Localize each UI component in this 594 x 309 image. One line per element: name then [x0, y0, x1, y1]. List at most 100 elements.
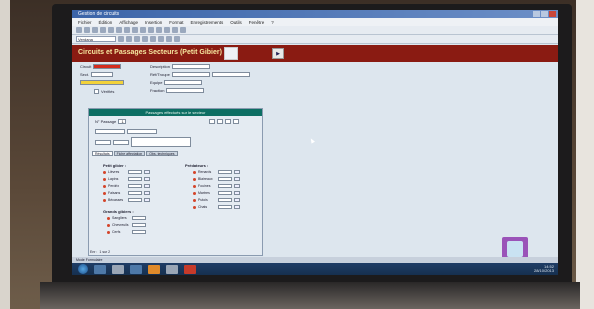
status-field[interactable]: [80, 80, 124, 85]
species-label: Perdrix: [108, 184, 120, 188]
menu-item[interactable]: Édition: [99, 20, 113, 25]
maximize-button[interactable]: [541, 11, 548, 17]
new-record-icon[interactable]: [164, 27, 170, 33]
menu-item[interactable]: ?: [271, 20, 274, 25]
species-count[interactable]: [128, 177, 142, 181]
predator-spin[interactable]: [234, 184, 240, 188]
description-field[interactable]: [172, 64, 211, 69]
predator-count[interactable]: [218, 205, 232, 209]
filter-icon[interactable]: [148, 27, 154, 33]
passage-number-field[interactable]: 1: [118, 119, 127, 124]
species-spin[interactable]: [144, 198, 150, 202]
start-button[interactable]: [78, 264, 88, 274]
access-taskbar-icon[interactable]: [148, 264, 160, 274]
species-row: Lapins: [103, 177, 150, 181]
equipe-field[interactable]: [164, 80, 203, 85]
first-record-button[interactable]: [209, 119, 215, 124]
subform-nav-buttons: [209, 119, 239, 124]
last-record-button[interactable]: [233, 119, 239, 124]
font-color-icon[interactable]: [174, 36, 180, 42]
menu-item[interactable]: Affichage: [119, 20, 138, 25]
minimize-button[interactable]: [533, 11, 540, 17]
fraction-field[interactable]: [166, 88, 205, 93]
predator-spin[interactable]: [234, 205, 240, 209]
species-spin[interactable]: [144, 177, 150, 181]
ref-field-2[interactable]: [211, 72, 250, 77]
menu-item[interactable]: Fichier: [78, 20, 92, 25]
save-icon[interactable]: [84, 27, 90, 33]
undo-icon[interactable]: [132, 27, 138, 33]
tab-resultats[interactable]: Résultats: [92, 151, 113, 156]
subform-field-d[interactable]: [113, 139, 129, 145]
predator-count[interactable]: [218, 198, 232, 202]
menu-item[interactable]: Outils: [230, 20, 242, 25]
species-count[interactable]: [128, 198, 142, 202]
sect-field[interactable]: [91, 72, 114, 77]
menu-item[interactable]: Insertion: [145, 20, 162, 25]
predator-spin[interactable]: [234, 191, 240, 195]
species-count[interactable]: [132, 230, 146, 234]
subform-field-c[interactable]: [95, 139, 111, 145]
prev-record-button[interactable]: [217, 119, 223, 124]
bullet-icon: [193, 198, 196, 202]
media-taskbar-icon[interactable]: [130, 264, 142, 274]
species-count[interactable]: [128, 170, 142, 174]
checked-checkbox[interactable]: [94, 89, 99, 94]
tab-obs[interactable]: Obs. techniques: [146, 151, 178, 156]
tab-fiche[interactable]: Fiche affectation: [113, 151, 146, 156]
form-title: Circuits et Passages Secteurs (Petit Gib…: [78, 49, 222, 56]
predator-spin[interactable]: [234, 177, 240, 181]
explorer-taskbar-icon[interactable]: [112, 264, 124, 274]
species-count[interactable]: [128, 184, 142, 188]
app2-taskbar-icon[interactable]: [184, 264, 196, 274]
copy-icon[interactable]: [116, 27, 122, 33]
species-label: Cerfs: [112, 230, 121, 234]
predator-count[interactable]: [218, 170, 232, 174]
ie-taskbar-icon[interactable]: [94, 264, 106, 274]
predator-spin[interactable]: [234, 198, 240, 202]
species-count[interactable]: [132, 216, 146, 220]
next-record-button[interactable]: [225, 119, 231, 124]
ref-field[interactable]: [171, 72, 210, 77]
bullet-icon: [107, 230, 110, 234]
preview-icon[interactable]: [100, 27, 106, 33]
sort-icon[interactable]: [140, 27, 146, 33]
align-center-icon[interactable]: [150, 36, 156, 42]
sect-label: Sect.: [80, 72, 90, 77]
underline-icon[interactable]: [134, 36, 140, 42]
paste-icon[interactable]: [124, 27, 130, 33]
subform-field-b[interactable]: [127, 129, 157, 134]
subform-field-a[interactable]: [95, 129, 125, 134]
species-count[interactable]: [132, 223, 146, 227]
close-button[interactable]: [549, 11, 556, 17]
subform-header: Passages effectués sur le secteur: [89, 109, 262, 116]
species-count[interactable]: [128, 191, 142, 195]
species-spin[interactable]: [144, 184, 150, 188]
find-icon[interactable]: [156, 27, 162, 33]
menu-item[interactable]: Enregistrements: [191, 20, 224, 25]
new-icon[interactable]: [76, 27, 82, 33]
circuit-row: Circuit: [80, 64, 122, 69]
predator-spin[interactable]: [234, 170, 240, 174]
subform-notes[interactable]: [131, 137, 191, 147]
fill-color-icon[interactable]: [166, 36, 172, 42]
align-left-icon[interactable]: [142, 36, 148, 42]
species-spin[interactable]: [144, 170, 150, 174]
predator-count[interactable]: [218, 184, 232, 188]
form-nav-button[interactable]: ▶: [272, 48, 284, 59]
cut-icon[interactable]: [108, 27, 114, 33]
predator-count[interactable]: [218, 191, 232, 195]
bold-icon[interactable]: [118, 36, 124, 42]
circuit-field[interactable]: [93, 64, 122, 69]
delete-record-icon[interactable]: [172, 27, 178, 33]
species-spin[interactable]: [144, 191, 150, 195]
italic-icon[interactable]: [126, 36, 132, 42]
align-right-icon[interactable]: [158, 36, 164, 42]
app-taskbar-icon[interactable]: [166, 264, 178, 274]
menu-item[interactable]: Fenêtre: [249, 20, 265, 25]
font-select[interactable]: Verdana: [76, 36, 116, 42]
menu-item[interactable]: Format: [169, 20, 183, 25]
print-icon[interactable]: [92, 27, 98, 33]
database-icon[interactable]: [180, 27, 186, 33]
predator-count[interactable]: [218, 177, 232, 181]
